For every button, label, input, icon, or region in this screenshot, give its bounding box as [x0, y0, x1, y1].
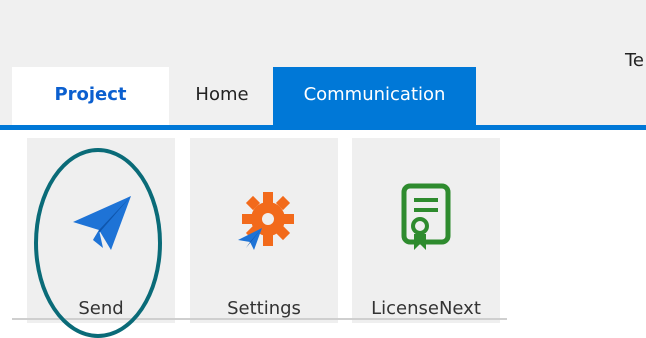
tab-communication[interactable]: Communication [273, 67, 476, 125]
settings-button[interactable]: Settings [190, 138, 338, 323]
licensenext-button[interactable]: LicenseNext [352, 138, 500, 323]
tab-home[interactable]: Home [176, 67, 268, 125]
ribbon-tab-strip: Project Home Communication [0, 67, 646, 125]
license-certificate-icon [401, 183, 451, 250]
licensenext-label: LicenseNext [371, 298, 481, 319]
settings-gear-plane-icon [238, 192, 294, 250]
tab-project[interactable]: Project [12, 67, 169, 125]
title-bar: Te [0, 0, 646, 71]
highlight-ellipse [34, 148, 162, 338]
settings-label: Settings [227, 298, 301, 319]
